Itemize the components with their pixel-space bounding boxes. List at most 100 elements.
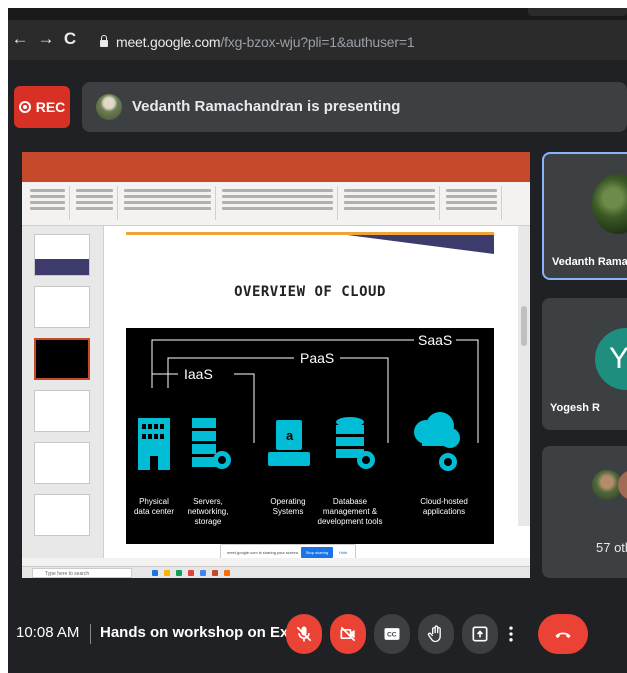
server-icon	[192, 418, 231, 469]
avatar	[618, 470, 627, 500]
mic-off-button[interactable]	[286, 614, 322, 654]
avatar	[96, 94, 122, 120]
taskbar-search[interactable]: Type here to search	[32, 568, 132, 578]
meeting-time: 10:08 AM	[16, 624, 80, 641]
raise-hand-button[interactable]	[418, 614, 454, 654]
url-path: /fxg-bzox-wju?pli=1&authuser=1	[220, 34, 415, 50]
url-host: meet.google.com	[116, 34, 221, 50]
app-icon[interactable]	[164, 570, 170, 576]
present-icon	[472, 626, 488, 642]
app-icon[interactable]	[224, 570, 230, 576]
tier-label-paas: PaaS	[300, 350, 334, 366]
hide-button[interactable]: Hide	[339, 550, 347, 555]
hang-up-icon	[555, 632, 571, 639]
app-icon[interactable]	[188, 570, 194, 576]
ppt-scrollbar[interactable]	[518, 226, 530, 526]
item-label: data center	[134, 507, 174, 516]
slide-thumbnails	[22, 226, 104, 566]
slide-header-area: OVERVIEW OF CLOUD	[126, 232, 494, 328]
ppt-ribbon-tabs	[22, 172, 530, 182]
slide-thumb[interactable]	[34, 390, 90, 432]
ribbon-group-font	[120, 186, 216, 220]
operating-system-icon: a	[268, 420, 310, 466]
slide-thumb[interactable]	[34, 338, 90, 380]
back-arrow-icon[interactable]: ←	[10, 28, 30, 50]
present-screen-button[interactable]	[462, 614, 498, 654]
camera-off-icon	[340, 626, 356, 642]
tier-label-saas: SaaS	[418, 332, 452, 348]
more-options-button[interactable]	[500, 614, 522, 654]
item-label: Database	[333, 497, 368, 506]
app-icon[interactable]	[212, 570, 218, 576]
slide-title: OVERVIEW OF CLOUD	[234, 284, 386, 300]
slide-thumb[interactable]	[34, 234, 90, 276]
shared-screen: OVERVIEW OF CLOUD SaaS PaaS IaaS a Physi…	[22, 152, 530, 578]
item-label: applications	[423, 507, 465, 516]
ribbon-group-slides	[72, 186, 118, 220]
avatar: Y	[595, 328, 627, 390]
record-icon	[18, 101, 31, 113]
divider	[90, 624, 91, 644]
slide-decoration	[126, 232, 494, 235]
ppt-titlebar	[22, 152, 530, 172]
database-icon	[336, 417, 375, 469]
item-label: Physical	[139, 497, 169, 506]
forward-arrow-icon[interactable]: →	[36, 28, 56, 50]
browser-tabstrip	[8, 8, 627, 20]
lock-icon[interactable]	[100, 35, 108, 47]
item-label: Cloud-hosted	[420, 497, 468, 506]
presenting-text: Vedanth Ramachandran is presenting	[132, 98, 401, 115]
item-label: Operating	[270, 497, 305, 506]
item-label: Systems	[273, 507, 304, 516]
ribbon-group-paragraph	[218, 186, 338, 220]
slide-thumb[interactable]	[34, 286, 90, 328]
cloud-diagram-svg: SaaS PaaS IaaS a Physical data center Se…	[134, 332, 479, 526]
app-icon[interactable]	[152, 570, 158, 576]
mic-off-icon	[296, 626, 312, 642]
url-field[interactable]: meet.google.com/fxg-bzox-wju?pli=1&authu…	[116, 34, 415, 50]
ribbon-group-editing	[442, 186, 502, 220]
slide-thumb[interactable]	[34, 494, 90, 536]
participant-tile[interactable]: Y Yogesh R	[542, 298, 627, 430]
svg-text:a: a	[286, 428, 294, 443]
item-label: Servers,	[193, 497, 223, 506]
scroll-thumb[interactable]	[521, 306, 527, 346]
captions-icon: CC	[384, 628, 400, 640]
item-label: networking,	[188, 507, 229, 516]
rec-label: REC	[35, 99, 66, 115]
others-count: 57 oth	[596, 540, 627, 555]
meeting-controls-bar: 10:08 AM Hands on workshop on Expl... CC	[8, 596, 627, 673]
others-tile[interactable]: 57 oth	[542, 446, 627, 578]
iaas-bracket	[234, 373, 255, 443]
participant-tile[interactable]: Vedanth Rama	[542, 152, 627, 280]
leave-call-button[interactable]	[538, 614, 588, 654]
ppt-statusbar	[22, 558, 530, 566]
slide-canvas: OVERVIEW OF CLOUD SaaS PaaS IaaS a Physi…	[126, 232, 494, 544]
recording-badge: REC	[14, 86, 70, 128]
hand-icon	[427, 625, 441, 643]
item-label: development tools	[318, 517, 383, 526]
item-label: storage	[195, 517, 222, 526]
app-icon[interactable]	[200, 570, 206, 576]
item-label: management &	[323, 507, 378, 516]
avatar	[592, 174, 627, 234]
reload-icon[interactable]: C	[60, 28, 80, 50]
cloud-diagram: SaaS PaaS IaaS a Physical data center Se…	[126, 328, 494, 544]
cloud-gear-icon	[414, 412, 460, 471]
camera-off-button[interactable]	[330, 614, 366, 654]
meeting-title: Hands on workshop on Expl...	[100, 624, 315, 641]
browser-tab[interactable]	[528, 8, 627, 16]
participant-name: Yogesh R	[550, 402, 600, 414]
captions-button[interactable]: CC	[374, 614, 410, 654]
app-icon[interactable]	[176, 570, 182, 576]
screen: ← → C meet.google.com/fxg-bzox-wju?pli=1…	[8, 8, 627, 673]
ppt-ribbon	[22, 182, 530, 226]
svg-text:CC: CC	[387, 632, 397, 639]
building-icon	[138, 418, 170, 470]
presenting-banner: Vedanth Ramachandran is presenting	[82, 82, 627, 132]
windows-taskbar: Type here to search	[22, 566, 530, 578]
share-toast-message: meet.google.com is sharing your screen.	[227, 550, 300, 555]
slide-thumb[interactable]	[34, 442, 90, 484]
stop-sharing-button[interactable]: Stop sharing	[301, 547, 333, 558]
saas-bracket	[456, 339, 479, 443]
